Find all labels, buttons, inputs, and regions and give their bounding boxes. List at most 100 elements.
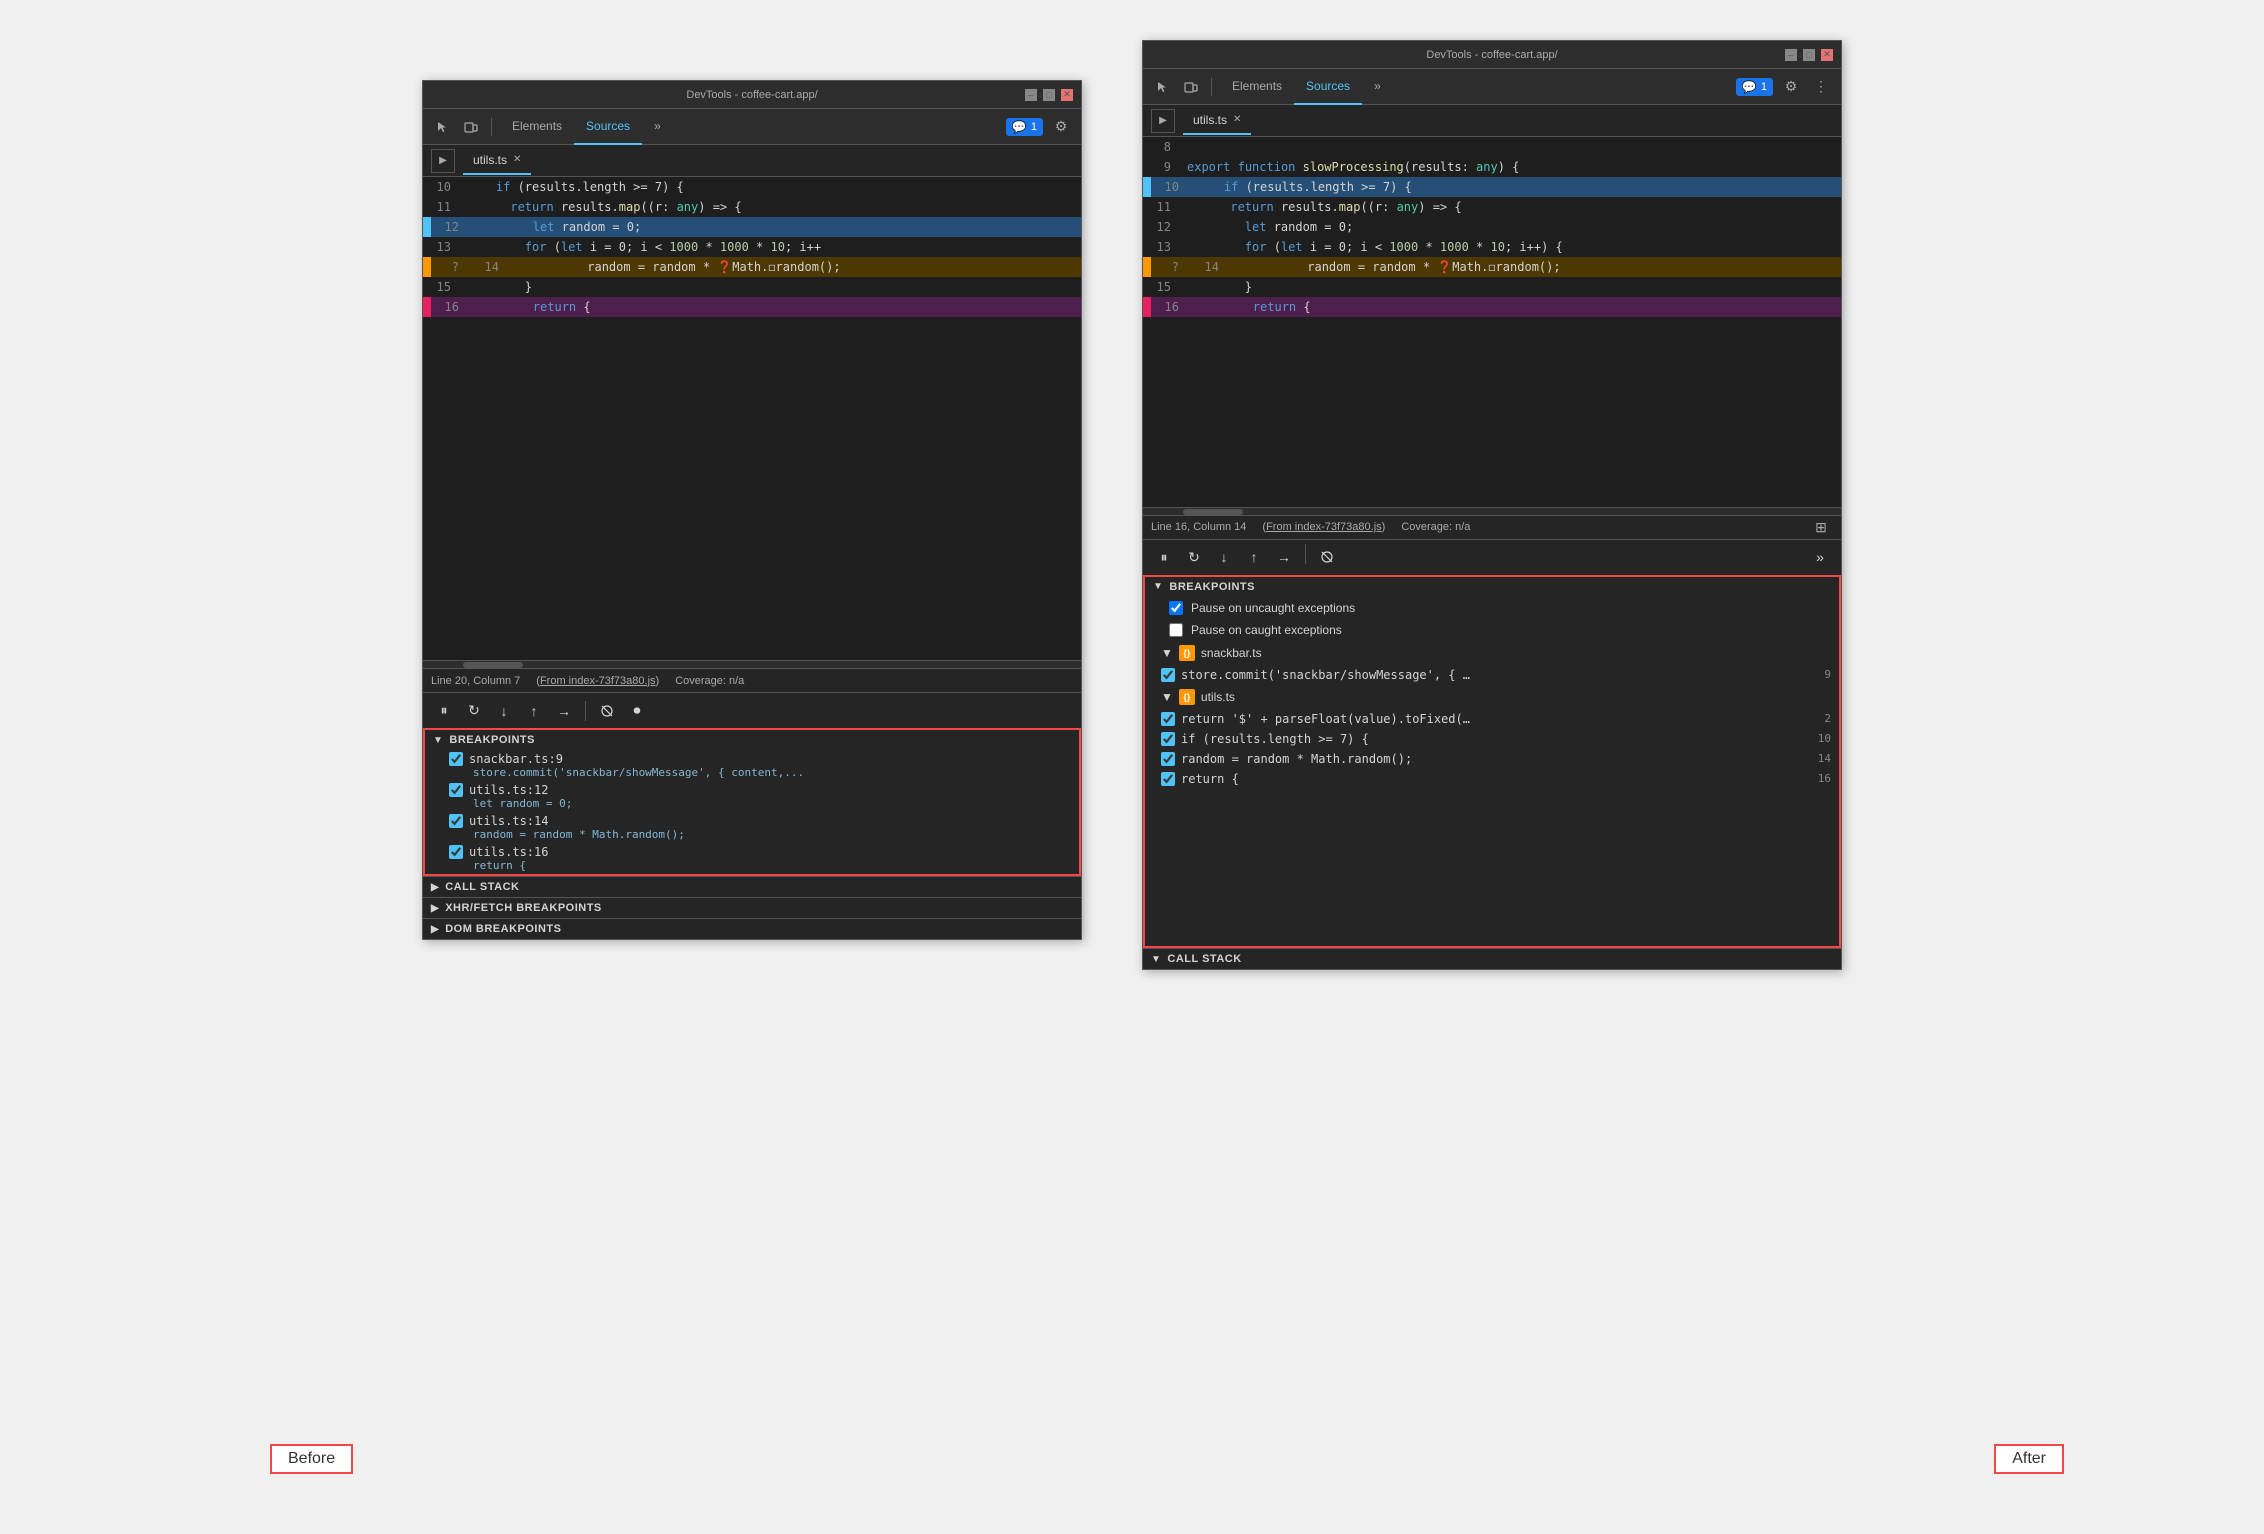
code-line-12: 12 let random = 0;: [423, 217, 1081, 237]
h-scrollbar-left[interactable]: [423, 660, 1081, 668]
snackbar-chevron: ▼: [1161, 646, 1173, 660]
close-btn[interactable]: ✕: [1061, 89, 1073, 101]
step-btn[interactable]: →: [551, 698, 577, 724]
bp-checkbox-utils16[interactable]: [449, 845, 463, 859]
left-file-tab-bar: ▶ utils.ts ✕: [423, 145, 1081, 177]
step-out-btn[interactable]: ↑: [521, 698, 547, 724]
utils-bp-3: random = random * Math.random(); 14: [1145, 749, 1839, 769]
pause-uncaught-checkbox[interactable]: [1169, 601, 1183, 615]
r-deactivate-btn[interactable]: [1314, 544, 1340, 570]
settings-icon[interactable]: ⚙: [1049, 115, 1073, 139]
right-devtools-panel: DevTools - coffee-cart.app/ ─ □ ✕ Elemen…: [1142, 40, 1842, 970]
device-icon[interactable]: [459, 115, 483, 139]
r-cursor-icon[interactable]: [1151, 75, 1175, 99]
restore-btn[interactable]: □: [1043, 89, 1055, 101]
r-close-btn[interactable]: ✕: [1821, 49, 1833, 61]
pause-caught-checkbox[interactable]: [1169, 623, 1183, 637]
code-line-13: 13 for (let i = 0; i < 1000 * 1000 * 10;…: [423, 237, 1081, 257]
r-device-icon[interactable]: [1179, 75, 1203, 99]
pause-btn[interactable]: ⏸: [431, 698, 457, 724]
left-code-editor[interactable]: 10 if (results.length >= 7) { 11 return …: [423, 177, 1081, 660]
utils-bp-cb-3[interactable]: [1161, 752, 1175, 766]
bp-checkbox-utils12[interactable]: [449, 783, 463, 797]
r-code-line-11: 11 return results.map((r: any) => {: [1143, 197, 1841, 217]
r-more-icon[interactable]: ⋮: [1809, 75, 1833, 99]
r-debug-sep: [1305, 544, 1306, 564]
file-tab-close-left[interactable]: ✕: [513, 154, 521, 165]
r-status-from: (From index-73f73a80.js): [1262, 521, 1385, 533]
deactivate-btn[interactable]: [594, 698, 620, 724]
utils-group-header[interactable]: ▼ {} utils.ts: [1145, 685, 1839, 709]
step-over-btn[interactable]: ↻: [461, 698, 487, 724]
utils-bp-cb-4[interactable]: [1161, 772, 1175, 786]
bp-checkbox-utils14[interactable]: [449, 814, 463, 828]
call-stack-header-left[interactable]: ▶ Call Stack: [423, 877, 1081, 897]
stop-btn[interactable]: ⏺: [624, 698, 650, 724]
r-settings-icon[interactable]: ⚙: [1779, 75, 1803, 99]
dom-header-left[interactable]: ▶ DOM Breakpoints: [423, 919, 1081, 939]
tab-more[interactable]: »: [642, 109, 673, 145]
sidebar-toggle-left[interactable]: ▶: [431, 149, 455, 173]
utils-bp-cb-1[interactable]: [1161, 712, 1175, 726]
r-step-btn[interactable]: →: [1271, 544, 1297, 570]
step-into-btn[interactable]: ↓: [491, 698, 517, 724]
right-file-tab-bar: ▶ utils.ts ✕: [1143, 105, 1841, 137]
r-pause-btn[interactable]: ⏸: [1151, 544, 1177, 570]
r-chevron-down: ▼: [1153, 581, 1163, 592]
cursor-icon[interactable]: [431, 115, 455, 139]
call-stack-header-right[interactable]: ▼ Call Stack: [1143, 949, 1841, 969]
right-titlebar-controls: ─ □ ✕: [1785, 49, 1833, 61]
utils-bp-1: return '$' + parseFloat(value).toFixed(……: [1145, 709, 1839, 729]
code-line-16: 16 return {: [423, 297, 1081, 317]
r-step-out-btn[interactable]: ↑: [1241, 544, 1267, 570]
dom-section-left: ▶ DOM Breakpoints: [423, 918, 1081, 939]
before-label: Before: [270, 1444, 353, 1474]
r-minimize-btn[interactable]: ─: [1785, 49, 1797, 61]
status-link[interactable]: From index-73f73a80.js: [540, 675, 656, 687]
r-tab-sources[interactable]: Sources: [1294, 69, 1362, 105]
xhr-header-left[interactable]: ▶ XHR/fetch Breakpoints: [423, 898, 1081, 918]
right-status-bar: Line 16, Column 14 (From index-73f73a80.…: [1143, 515, 1841, 539]
right-code-editor[interactable]: 8 9 export function slowProcessing(resul…: [1143, 137, 1841, 507]
r-tab-more[interactable]: »: [1362, 69, 1393, 105]
debug-sep: [585, 701, 586, 721]
left-title: DevTools - coffee-cart.app/: [686, 89, 817, 101]
r-step-into-btn[interactable]: ↓: [1211, 544, 1237, 570]
r-more-debug[interactable]: »: [1807, 544, 1833, 570]
snackbar-group-header[interactable]: ▼ {} snackbar.ts: [1145, 641, 1839, 665]
sidebar-toggle-right[interactable]: ▶: [1151, 109, 1175, 133]
r-step-over-btn[interactable]: ↻: [1181, 544, 1207, 570]
bp-item-utils14: utils.ts:14 random = random * Math.rando…: [425, 812, 1079, 843]
minimize-btn[interactable]: ─: [1025, 89, 1037, 101]
left-titlebar-controls: ─ □ ✕: [1025, 89, 1073, 101]
breakpoints-section-right: ▼ Breakpoints Pause on uncaught exceptio…: [1143, 575, 1841, 949]
right-toolbar-right: 💬 1 ⚙ ⋮: [1736, 75, 1833, 99]
comment-badge-left[interactable]: 💬 1: [1006, 118, 1043, 136]
utils-bp-cb-2[interactable]: [1161, 732, 1175, 746]
bp-item-snackbar: snackbar.ts:9 store.commit('snackbar/sho…: [425, 750, 1079, 781]
call-stack-section-left: ▶ Call Stack: [423, 876, 1081, 897]
chevron-right-dom: ▶: [431, 924, 439, 935]
r-expand-icon[interactable]: ⊞: [1809, 515, 1833, 539]
debug-btns: ⏸ ↻ ↓ ↑ →: [1151, 544, 1340, 570]
breakpoints-header-right[interactable]: ▼ Breakpoints: [1145, 577, 1839, 597]
chevron-right-call: ▶: [431, 882, 439, 893]
status-coverage: Coverage: n/a: [675, 675, 744, 687]
r-status-link[interactable]: From index-73f73a80.js: [1266, 521, 1382, 533]
bp-item-utils16: utils.ts:16 return {: [425, 843, 1079, 874]
file-tab-close-right[interactable]: ✕: [1233, 114, 1241, 125]
h-scrollbar-right[interactable]: [1143, 507, 1841, 515]
r-code-line-14: ? 14 random = random * ❓Math.◻random();: [1143, 257, 1841, 277]
comment-badge-right[interactable]: 💬 1: [1736, 78, 1773, 96]
breakpoints-header-left[interactable]: ▼ Breakpoints: [425, 730, 1079, 750]
tab-elements[interactable]: Elements: [500, 109, 574, 145]
r-restore-btn[interactable]: □: [1803, 49, 1815, 61]
tab-sources[interactable]: Sources: [574, 109, 642, 145]
snackbar-bp-cb-1[interactable]: [1161, 668, 1175, 682]
r-tab-elements[interactable]: Elements: [1220, 69, 1294, 105]
bp-checkbox-snackbar[interactable]: [449, 752, 463, 766]
status-line-col: Line 20, Column 7: [431, 675, 520, 687]
r-chevron-right-call: ▼: [1151, 954, 1161, 965]
file-tab-utils-right[interactable]: utils.ts ✕: [1183, 107, 1251, 135]
file-tab-utils-left[interactable]: utils.ts ✕: [463, 147, 531, 175]
